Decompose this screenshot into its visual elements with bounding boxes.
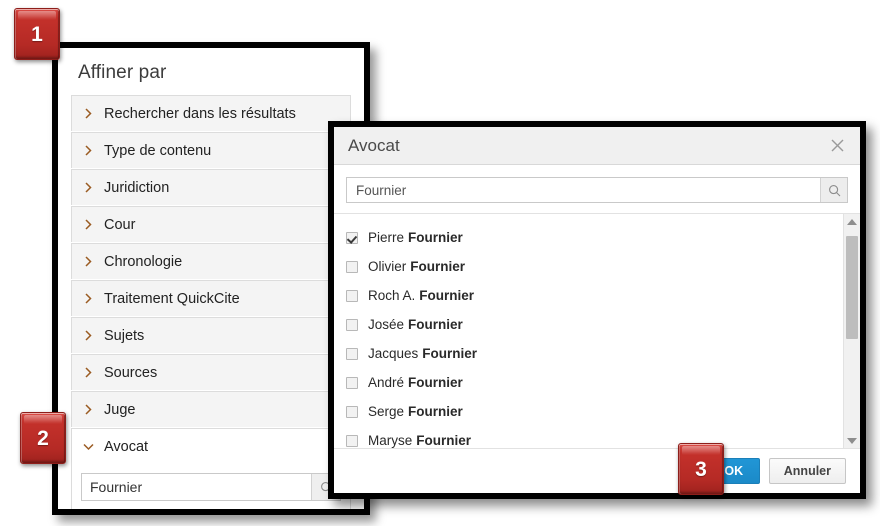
checkbox-checked-icon[interactable] [346, 231, 358, 244]
checkbox-icon[interactable] [346, 260, 358, 273]
attorney-last-name: Fournier [410, 259, 466, 274]
search-icon[interactable] [820, 178, 847, 202]
facet-row-6[interactable]: Sujets [71, 317, 351, 353]
dialog-header: Avocat [334, 127, 860, 165]
page-title: Affiner par [78, 62, 167, 83]
attorney-last-name: Fournier [408, 375, 463, 390]
attorney-first-name: Pierre [368, 230, 405, 245]
attorney-option-list: Pierre Fournier Olivier Fournier Roch A. Four… [334, 214, 843, 448]
checkbox-icon[interactable] [346, 434, 358, 447]
chevron-right-icon [82, 366, 97, 379]
attorney-last-name: Fournier [408, 230, 463, 245]
facet-label: Cour [104, 216, 136, 233]
attorney-first-name: Jacques [368, 346, 419, 361]
attorney-first-name: André [368, 375, 405, 390]
facet-row-0[interactable]: Rechercher dans les résultats [71, 95, 351, 131]
attorney-first-name: Roch A. [368, 288, 416, 303]
facet-row-8[interactable]: Juge [71, 391, 351, 427]
dialog-search-box[interactable] [346, 177, 848, 203]
facet-label: Juge [104, 401, 136, 418]
refine-panel: Affiner par Rechercher dans les résultat… [52, 42, 370, 515]
facet-row-9[interactable]: Avocat [71, 428, 351, 464]
refine-panel-content: Affiner par Rechercher dans les résultat… [58, 48, 364, 509]
checkbox-icon[interactable] [346, 318, 358, 331]
attorney-option-row[interactable]: Maryse Fournier [346, 426, 843, 448]
callout-badge-2: 2 [20, 412, 66, 464]
facet-label: Type de contenu [104, 142, 212, 159]
chevron-right-icon [82, 144, 97, 157]
dialog-search-row [334, 165, 860, 213]
chevron-down-icon [82, 440, 97, 453]
close-icon[interactable] [826, 135, 848, 157]
chevron-right-icon [82, 403, 97, 416]
attorney-option-row[interactable]: Serge Fournier [346, 397, 843, 426]
callout-badge-1: 1 [14, 8, 60, 60]
facet-label: Traitement QuickCite [104, 290, 240, 307]
facet-row-7[interactable]: Sources [71, 354, 351, 390]
dialog-title: Avocat [348, 135, 400, 155]
attorney-option-row[interactable]: Roch A. Fournier [346, 281, 843, 310]
facet-row-3[interactable]: Cour [71, 206, 351, 242]
dialog-footer: OK Annuler [334, 448, 860, 493]
callout-badge-3: 3 [678, 443, 724, 495]
cancel-button[interactable]: Annuler [768, 458, 846, 484]
checkbox-icon[interactable] [346, 347, 358, 360]
dialog-list-area: Pierre Fournier Olivier Fournier Roch A. Four… [334, 213, 860, 448]
attorney-first-name: Olivier [368, 259, 407, 274]
caret-down-icon[interactable] [844, 433, 860, 448]
facet-list: Rechercher dans les résultats Type de con… [71, 95, 351, 509]
attorney-option-row[interactable]: Josée Fournier [346, 310, 843, 339]
checkbox-icon[interactable] [346, 289, 358, 302]
attorney-last-name: Fournier [422, 346, 478, 361]
chevron-right-icon [82, 107, 97, 120]
attorney-last-name: Fournier [408, 404, 463, 419]
attorney-last-name: Fournier [419, 288, 475, 303]
attorney-option-row[interactable]: Pierre Fournier [346, 223, 843, 252]
facet-row-5[interactable]: Traitement QuickCite [71, 280, 351, 316]
facet-label: Sources [104, 364, 158, 381]
avocat-dialog: Avocat PierreFournierOlivierFournierRoch… [328, 121, 866, 499]
attorney-last-name: Fournier [408, 317, 463, 332]
dialog-search-input[interactable] [347, 178, 820, 202]
facet-label: Rechercher dans les résultats [104, 105, 296, 122]
attorney-last-name: Fournier [416, 433, 472, 448]
facet-label: Avocat [104, 438, 149, 455]
facet-body-9 [71, 464, 351, 509]
attorney-first-name: Josée [368, 317, 405, 332]
facet-search-input[interactable] [82, 474, 311, 500]
checkbox-icon[interactable] [346, 376, 358, 389]
facet-search-box[interactable] [81, 473, 341, 501]
scrollbar-thumb[interactable] [846, 236, 858, 339]
facet-row-1[interactable]: Type de contenu [71, 132, 351, 168]
facet-label: Juridiction [104, 179, 170, 196]
facet-row-2[interactable]: Juridiction [71, 169, 351, 205]
attorney-first-name: Serge [368, 404, 405, 419]
facet-label: Chronologie [104, 253, 183, 270]
caret-up-icon[interactable] [844, 214, 860, 229]
attorney-option-row[interactable]: André Fournier [346, 368, 843, 397]
attorney-option-row[interactable]: Jacques Fournier [346, 339, 843, 368]
facet-row-4[interactable]: Chronologie [71, 243, 351, 279]
facet-label: Sujets [104, 327, 145, 344]
vertical-scrollbar[interactable] [843, 214, 860, 448]
chevron-right-icon [82, 181, 97, 194]
chevron-right-icon [82, 255, 97, 268]
checkbox-icon[interactable] [346, 405, 358, 418]
chevron-right-icon [82, 292, 97, 305]
chevron-right-icon [82, 329, 97, 342]
attorney-first-name: Maryse [368, 433, 413, 448]
chevron-right-icon [82, 218, 97, 231]
attorney-option-row[interactable]: Olivier Fournier [346, 252, 843, 281]
